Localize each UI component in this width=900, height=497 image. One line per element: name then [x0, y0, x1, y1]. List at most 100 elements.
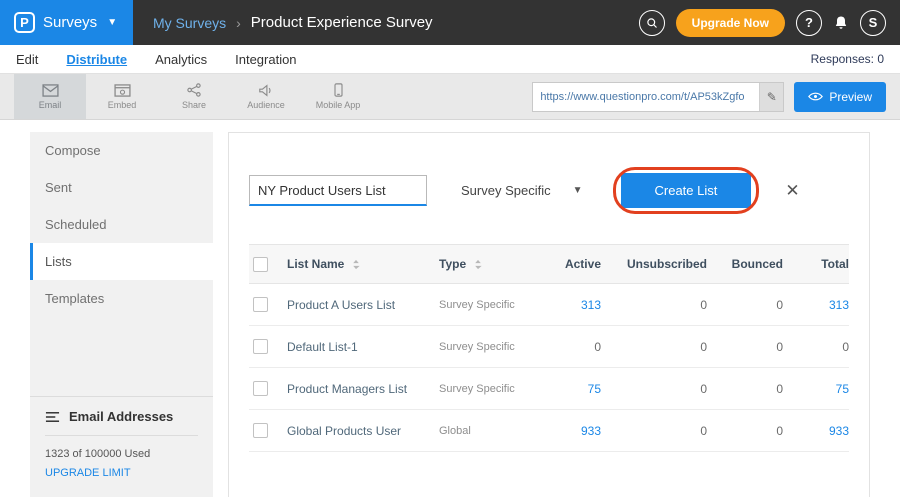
total-count[interactable]: 313 [783, 298, 849, 312]
email-sidebar: Compose Sent Scheduled Lists Templates E… [30, 132, 213, 497]
tab-integration[interactable]: Integration [235, 52, 296, 67]
list-name-link[interactable]: Default List-1 [287, 340, 358, 354]
unsubscribed-count[interactable]: 0 [601, 382, 707, 396]
list-name-link[interactable]: Product A Users List [287, 298, 395, 312]
lists-table: List Name Type Active Unsubscribed Bounc… [249, 244, 849, 452]
toolbar-item-email[interactable]: Email [14, 74, 86, 119]
responses-count: Responses: 0 [811, 52, 884, 66]
bounced-count[interactable]: 0 [707, 340, 783, 354]
header-active: Active [545, 257, 601, 271]
mobile-app-icon [334, 83, 343, 97]
total-count[interactable]: 933 [783, 424, 849, 438]
avatar[interactable]: S [860, 10, 886, 36]
preview-button[interactable]: Preview [794, 82, 886, 112]
upgrade-limit-link[interactable]: UPGRADE LIMIT [45, 467, 198, 479]
table-row: Default List-1 Survey Specific 0 0 0 0 [249, 326, 849, 368]
select-all-checkbox[interactable] [253, 257, 268, 272]
sidebar-item-sent[interactable]: Sent [30, 169, 213, 206]
breadcrumb: My Surveys › Product Experience Survey [153, 14, 433, 31]
create-list-form: Survey Specific ▼ Create List ✕ [249, 173, 849, 208]
active-count[interactable]: 933 [545, 424, 601, 438]
bounced-count[interactable]: 0 [707, 424, 783, 438]
toolbar-item-label: Embed [108, 100, 137, 110]
row-checkbox[interactable] [253, 423, 268, 438]
bounced-count[interactable]: 0 [707, 298, 783, 312]
top-bar: P Surveys ▼ My Surveys › Product Experie… [0, 0, 900, 45]
list-type-select[interactable]: Survey Specific ▼ [461, 183, 583, 198]
toolbar-item-mobile-app[interactable]: Mobile App [302, 74, 374, 119]
preview-label: Preview [829, 90, 872, 104]
toolbar-item-label: Share [182, 100, 206, 110]
active-count[interactable]: 313 [545, 298, 601, 312]
table-row: Product A Users List Survey Specific 313… [249, 284, 849, 326]
bounced-count[interactable]: 0 [707, 382, 783, 396]
list-type: Survey Specific [439, 341, 515, 353]
header-bounced: Bounced [707, 257, 783, 271]
email-usage-text: 1323 of 100000 Used [45, 448, 198, 460]
table-row: Global Products User Global 933 0 0 933 [249, 410, 849, 452]
sidebar-item-lists[interactable]: Lists [30, 243, 213, 280]
toolbar-item-audience[interactable]: Audience [230, 74, 302, 119]
list-type: Global [439, 425, 471, 437]
sidebar-item-templates[interactable]: Templates [30, 280, 213, 317]
tab-distribute[interactable]: Distribute [66, 52, 127, 67]
survey-nav-bar: Edit Distribute Analytics Integration Re… [0, 45, 900, 74]
unsubscribed-count[interactable]: 0 [601, 298, 707, 312]
upgrade-now-button[interactable]: Upgrade Now [676, 9, 785, 37]
toolbar-item-share[interactable]: Share [158, 74, 230, 119]
notifications-button[interactable] [833, 15, 849, 31]
create-list-button[interactable]: Create List [621, 173, 752, 208]
edit-url-button[interactable]: ✎ [759, 83, 783, 111]
toolbar-item-label: Audience [247, 100, 285, 110]
list-type: Survey Specific [439, 299, 515, 311]
chevron-down-icon: ▼ [107, 17, 117, 28]
list-name-link[interactable]: Global Products User [287, 424, 401, 438]
row-checkbox[interactable] [253, 339, 268, 354]
sidebar-item-scheduled[interactable]: Scheduled [30, 206, 213, 243]
questionpro-logo-icon: P [14, 12, 35, 33]
distribute-toolbar: Email Embed Share Audience Mobile App ✎ … [0, 74, 900, 120]
list-type-value: Survey Specific [461, 183, 551, 198]
close-icon[interactable]: ✕ [785, 181, 799, 201]
list-name-link[interactable]: Product Managers List [287, 382, 407, 396]
row-checkbox[interactable] [253, 381, 268, 396]
unsubscribed-count[interactable]: 0 [601, 340, 707, 354]
chevron-down-icon: ▼ [573, 185, 583, 196]
active-count[interactable]: 75 [545, 382, 601, 396]
header-unsubscribed: Unsubscribed [601, 257, 707, 271]
breadcrumb-current-survey: Product Experience Survey [251, 14, 433, 31]
survey-url-box: ✎ [532, 82, 784, 112]
eye-icon [808, 92, 823, 101]
product-switcher[interactable]: P Surveys ▼ [0, 0, 133, 45]
total-count[interactable]: 0 [783, 340, 849, 354]
breadcrumb-my-surveys[interactable]: My Surveys [153, 15, 226, 31]
search-button[interactable] [639, 10, 665, 36]
email-addresses-title: Email Addresses [69, 409, 173, 424]
lists-panel: Survey Specific ▼ Create List ✕ List Nam… [228, 132, 870, 497]
sort-icon[interactable] [474, 259, 482, 270]
survey-url-input[interactable] [533, 83, 759, 111]
audience-icon [258, 84, 274, 97]
topbar-actions: Upgrade Now ? S [639, 9, 900, 37]
sort-icon[interactable] [352, 259, 360, 270]
create-list-wrap: Create List [621, 173, 752, 208]
list-icon [45, 411, 60, 423]
list-name-input[interactable] [249, 175, 427, 206]
row-checkbox[interactable] [253, 297, 268, 312]
unsubscribed-count[interactable]: 0 [601, 424, 707, 438]
search-icon [646, 17, 658, 29]
sidebar-item-compose[interactable]: Compose [30, 132, 213, 169]
tab-analytics[interactable]: Analytics [155, 52, 207, 67]
tab-edit[interactable]: Edit [16, 52, 38, 67]
email-addresses-section: Email Addresses 1323 of 100000 Used UPGR… [30, 396, 213, 497]
header-total: Total [783, 257, 849, 271]
email-icon [42, 84, 59, 97]
toolbar-item-label: Email [39, 100, 62, 110]
header-list-name: List Name [287, 257, 344, 271]
content-area: Compose Sent Scheduled Lists Templates E… [0, 120, 900, 497]
total-count[interactable]: 75 [783, 382, 849, 396]
help-button[interactable]: ? [796, 10, 822, 36]
active-count[interactable]: 0 [545, 340, 601, 354]
header-type: Type [439, 257, 466, 271]
toolbar-item-embed[interactable]: Embed [86, 74, 158, 119]
